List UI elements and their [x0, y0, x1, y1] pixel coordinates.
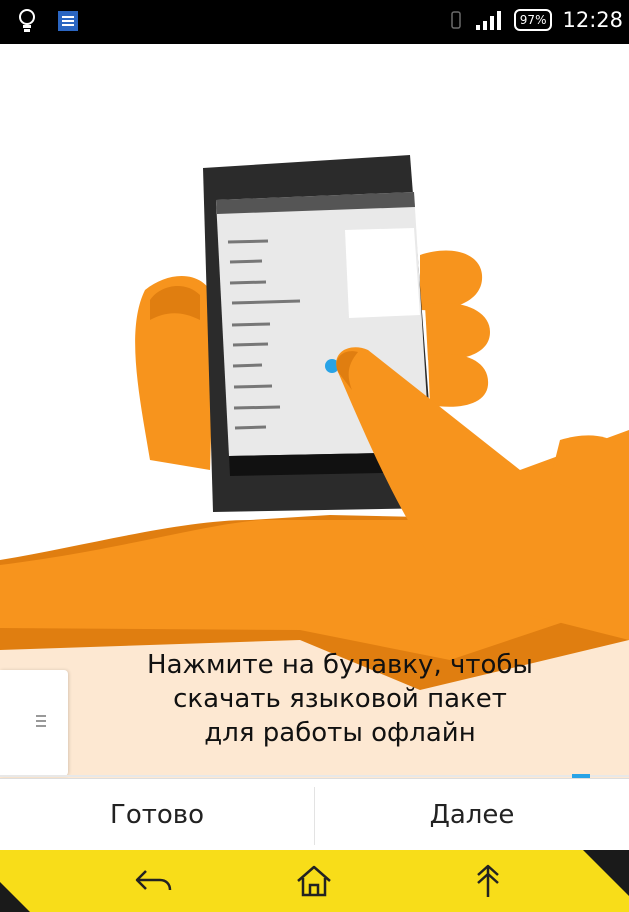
next-button[interactable]: Далее	[315, 779, 629, 851]
grip-icon	[36, 712, 46, 732]
sfb-icon	[58, 11, 78, 31]
home-icon	[297, 865, 331, 897]
status-bar: 97% 12:28	[0, 0, 629, 44]
action-bar: Готово Далее	[0, 778, 629, 851]
home-button[interactable]	[284, 858, 344, 904]
caption-line-2: скачать языковой пакет	[173, 684, 507, 714]
caption-line-3: для работы офлайн	[204, 718, 476, 748]
navigation-bar	[0, 850, 629, 912]
side-panel-handle[interactable]	[0, 670, 68, 776]
up-icon	[477, 864, 499, 897]
tutorial-caption: Нажмите на булавку, чтобы скачать языков…	[60, 648, 620, 750]
signal-icon	[475, 11, 501, 30]
back-icon	[135, 870, 172, 891]
page-indicator-track	[0, 775, 629, 777]
bulb-icon	[19, 9, 35, 32]
corner-decoration-right	[583, 850, 629, 896]
battery-icon: 97%	[513, 9, 553, 31]
up-button[interactable]	[458, 858, 518, 904]
back-button[interactable]	[124, 858, 184, 904]
caption-line-1: Нажмите на булавку, чтобы	[147, 650, 533, 680]
vibrate-icon	[451, 11, 461, 29]
corner-decoration-left	[0, 882, 30, 912]
done-button[interactable]: Готово	[0, 779, 314, 851]
clock: 12:28	[562, 8, 623, 32]
